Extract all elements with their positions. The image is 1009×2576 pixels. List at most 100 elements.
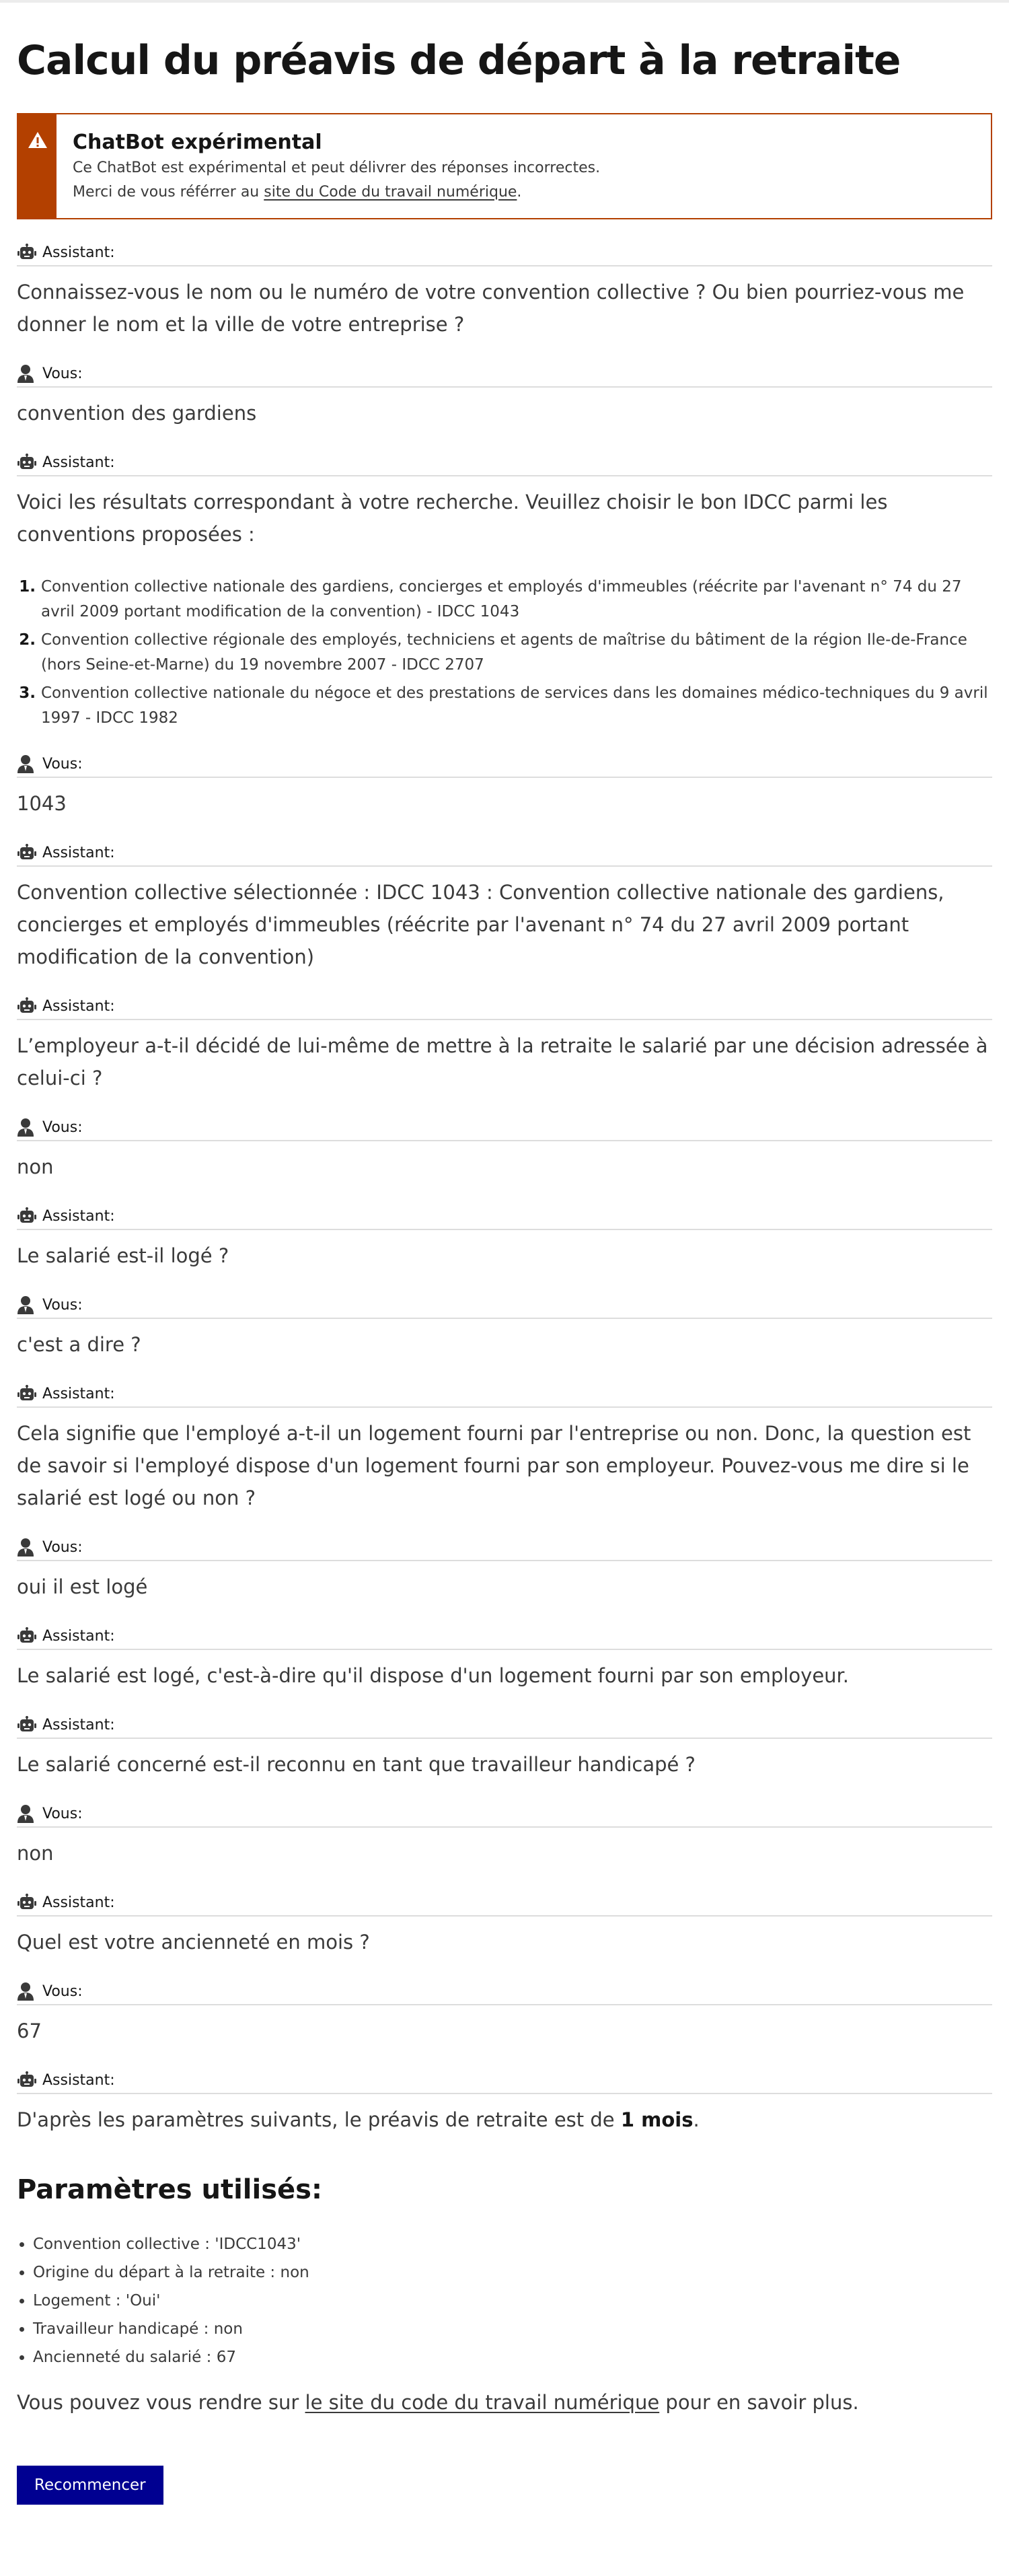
message-header: Vous: xyxy=(17,751,992,778)
message-text: Convention collective sélectionnée : IDC… xyxy=(17,881,944,968)
message-role: Assistant: xyxy=(42,1627,115,1645)
result-message: Assistant: D'après les paramètres suivan… xyxy=(17,2067,992,2136)
experimental-alert: ChatBot expérimental Ce ChatBot est expé… xyxy=(17,113,992,219)
user-message: Vous: non xyxy=(17,1114,992,1183)
conversation: Assistant: Connaissez-vous le nom ou le n… xyxy=(17,240,992,2047)
robot-icon xyxy=(17,843,40,863)
message-text: oui il est logé xyxy=(17,1575,148,1598)
message-role: Vous: xyxy=(42,1805,83,1822)
params-list: Convention collective : 'IDCC1043'Origin… xyxy=(17,2230,992,2371)
footer-prefix: Vous pouvez vous rendre sur xyxy=(17,2391,305,2414)
message-text: Le salarié est logé, c'est-à-dire qu'il … xyxy=(17,1664,850,1687)
message-text: c'est a dire ? xyxy=(17,1333,141,1356)
message-text: L’employeur a-t-il décidé de lui-même de… xyxy=(17,1034,988,1089)
assistant-message: Assistant: Le salarié est logé, c'est-à-d… xyxy=(17,1623,992,1692)
assistant-message: Assistant: Convention collective sélectio… xyxy=(17,840,992,973)
user-message: Vous: 1043 xyxy=(17,751,992,820)
message-header: Assistant: xyxy=(17,1623,992,1650)
alert-line-1: Ce ChatBot est expérimental et peut déli… xyxy=(73,159,601,176)
user-message: Vous: non xyxy=(17,1801,992,1869)
warning-icon xyxy=(28,131,48,218)
message-text: Cela signifie que l'employé a-t-il un lo… xyxy=(17,1422,971,1509)
robot-icon xyxy=(17,452,40,472)
user-message: Vous: c'est a dire ? xyxy=(17,1292,992,1361)
assistant-message: Assistant: Cela signifie que l'employé a-… xyxy=(17,1381,992,1514)
message-header: Assistant: xyxy=(17,993,992,1020)
param-item: Travailleur handicapé : non xyxy=(33,2315,992,2343)
robot-icon xyxy=(17,1384,40,1404)
message-header: Assistant: xyxy=(17,1203,992,1230)
param-item: Convention collective : 'IDCC1043' xyxy=(33,2230,992,2258)
convention-options-list: Convention collective nationale des gard… xyxy=(17,575,992,731)
message-text: Voici les résultats correspondant à votr… xyxy=(17,491,888,546)
convention-option: Convention collective régionale des empl… xyxy=(41,628,992,678)
message-role: Assistant: xyxy=(42,2071,115,2089)
params-title: Paramètres utilisés: xyxy=(17,2174,322,2205)
message-header: Vous: xyxy=(17,1534,992,1561)
message-role: Assistant: xyxy=(42,454,115,471)
assistant-message: Assistant: Connaissez-vous le nom ou le n… xyxy=(17,240,992,341)
message-header: Vous: xyxy=(17,1978,992,2005)
assistant-message: Assistant: Le salarié est-il logé ? xyxy=(17,1203,992,1272)
user-message: Vous: 67 xyxy=(17,1978,992,2047)
user-icon xyxy=(17,1803,40,1824)
message-role: Assistant: xyxy=(42,1894,115,1911)
assistant-message: Assistant: Voici les résultats correspond… xyxy=(17,450,992,731)
user-icon xyxy=(17,363,40,384)
message-text: Connaissez-vous le nom ou le numéro de v… xyxy=(17,281,965,336)
robot-icon xyxy=(17,1892,40,1912)
code-du-travail-link[interactable]: site du Code du travail numérique xyxy=(264,184,517,201)
message-role: Vous: xyxy=(42,1118,83,1136)
result-value: 1 mois xyxy=(620,2108,694,2131)
restart-button[interactable]: Recommencer xyxy=(17,2466,163,2505)
message-header: Assistant: xyxy=(17,240,992,266)
message-role: Vous: xyxy=(42,365,83,382)
message-header: Vous: xyxy=(17,1292,992,1319)
user-icon xyxy=(17,754,40,774)
message-text: non xyxy=(17,1842,54,1865)
message-text: Quel est votre ancienneté en mois ? xyxy=(17,1931,370,1954)
message-text: convention des gardiens xyxy=(17,402,257,425)
user-icon xyxy=(17,1117,40,1137)
message-role: Assistant: xyxy=(42,1207,115,1225)
message-role: Vous: xyxy=(42,1538,83,1556)
message-text: 1043 xyxy=(17,792,67,815)
message-header: Assistant: xyxy=(17,1890,992,1917)
message-header: Assistant: xyxy=(17,2067,992,2094)
message-role: Vous: xyxy=(42,1982,83,2000)
robot-icon xyxy=(17,1715,40,1735)
message-role: Vous: xyxy=(42,755,83,773)
alert-title: ChatBot expérimental xyxy=(73,131,322,154)
param-item: Logement : 'Oui' xyxy=(33,2287,992,2315)
user-icon xyxy=(17,1981,40,2001)
message-role: Assistant: xyxy=(42,1716,115,1733)
message-role: Assistant: xyxy=(42,244,115,261)
message-header: Assistant: xyxy=(17,1712,992,1739)
alert-body: ChatBot expérimental Ce ChatBot est expé… xyxy=(57,114,600,218)
user-icon xyxy=(17,1537,40,1557)
top-border xyxy=(0,0,1009,3)
message-header: Vous: xyxy=(17,1801,992,1828)
message-header: Assistant: xyxy=(17,1381,992,1408)
alert-line-2-suffix: . xyxy=(517,184,522,201)
user-icon xyxy=(17,1295,40,1315)
alert-icon-bar xyxy=(18,114,57,218)
code-travail-site-link[interactable]: le site du code du travail numérique xyxy=(305,2391,660,2414)
page-content: Calcul du préavis de départ à la retrait… xyxy=(17,27,992,2505)
message-text: Le salarié est-il logé ? xyxy=(17,1244,229,1267)
result-prefix: D'après les paramètres suivants, le préa… xyxy=(17,2108,621,2131)
assistant-message: Assistant: L’employeur a-t-il décidé de l… xyxy=(17,993,992,1094)
message-header: Vous: xyxy=(17,361,992,388)
message-role: Vous: xyxy=(42,1296,83,1314)
message-text: non xyxy=(17,1155,54,1178)
assistant-message: Assistant: Le salarié concerné est-il rec… xyxy=(17,1712,992,1781)
result-text: D'après les paramètres suivants, le préa… xyxy=(17,2104,992,2136)
convention-option: Convention collective nationale du négoc… xyxy=(41,681,992,731)
robot-icon xyxy=(17,1206,40,1226)
robot-icon xyxy=(17,242,40,262)
alert-line-2: Merci de vous référrer au site du Code d… xyxy=(73,180,600,205)
page-title: Calcul du préavis de départ à la retrait… xyxy=(17,37,901,84)
robot-icon xyxy=(17,2070,40,2090)
message-header: Assistant: xyxy=(17,840,992,867)
message-role: Assistant: xyxy=(42,1385,115,1402)
